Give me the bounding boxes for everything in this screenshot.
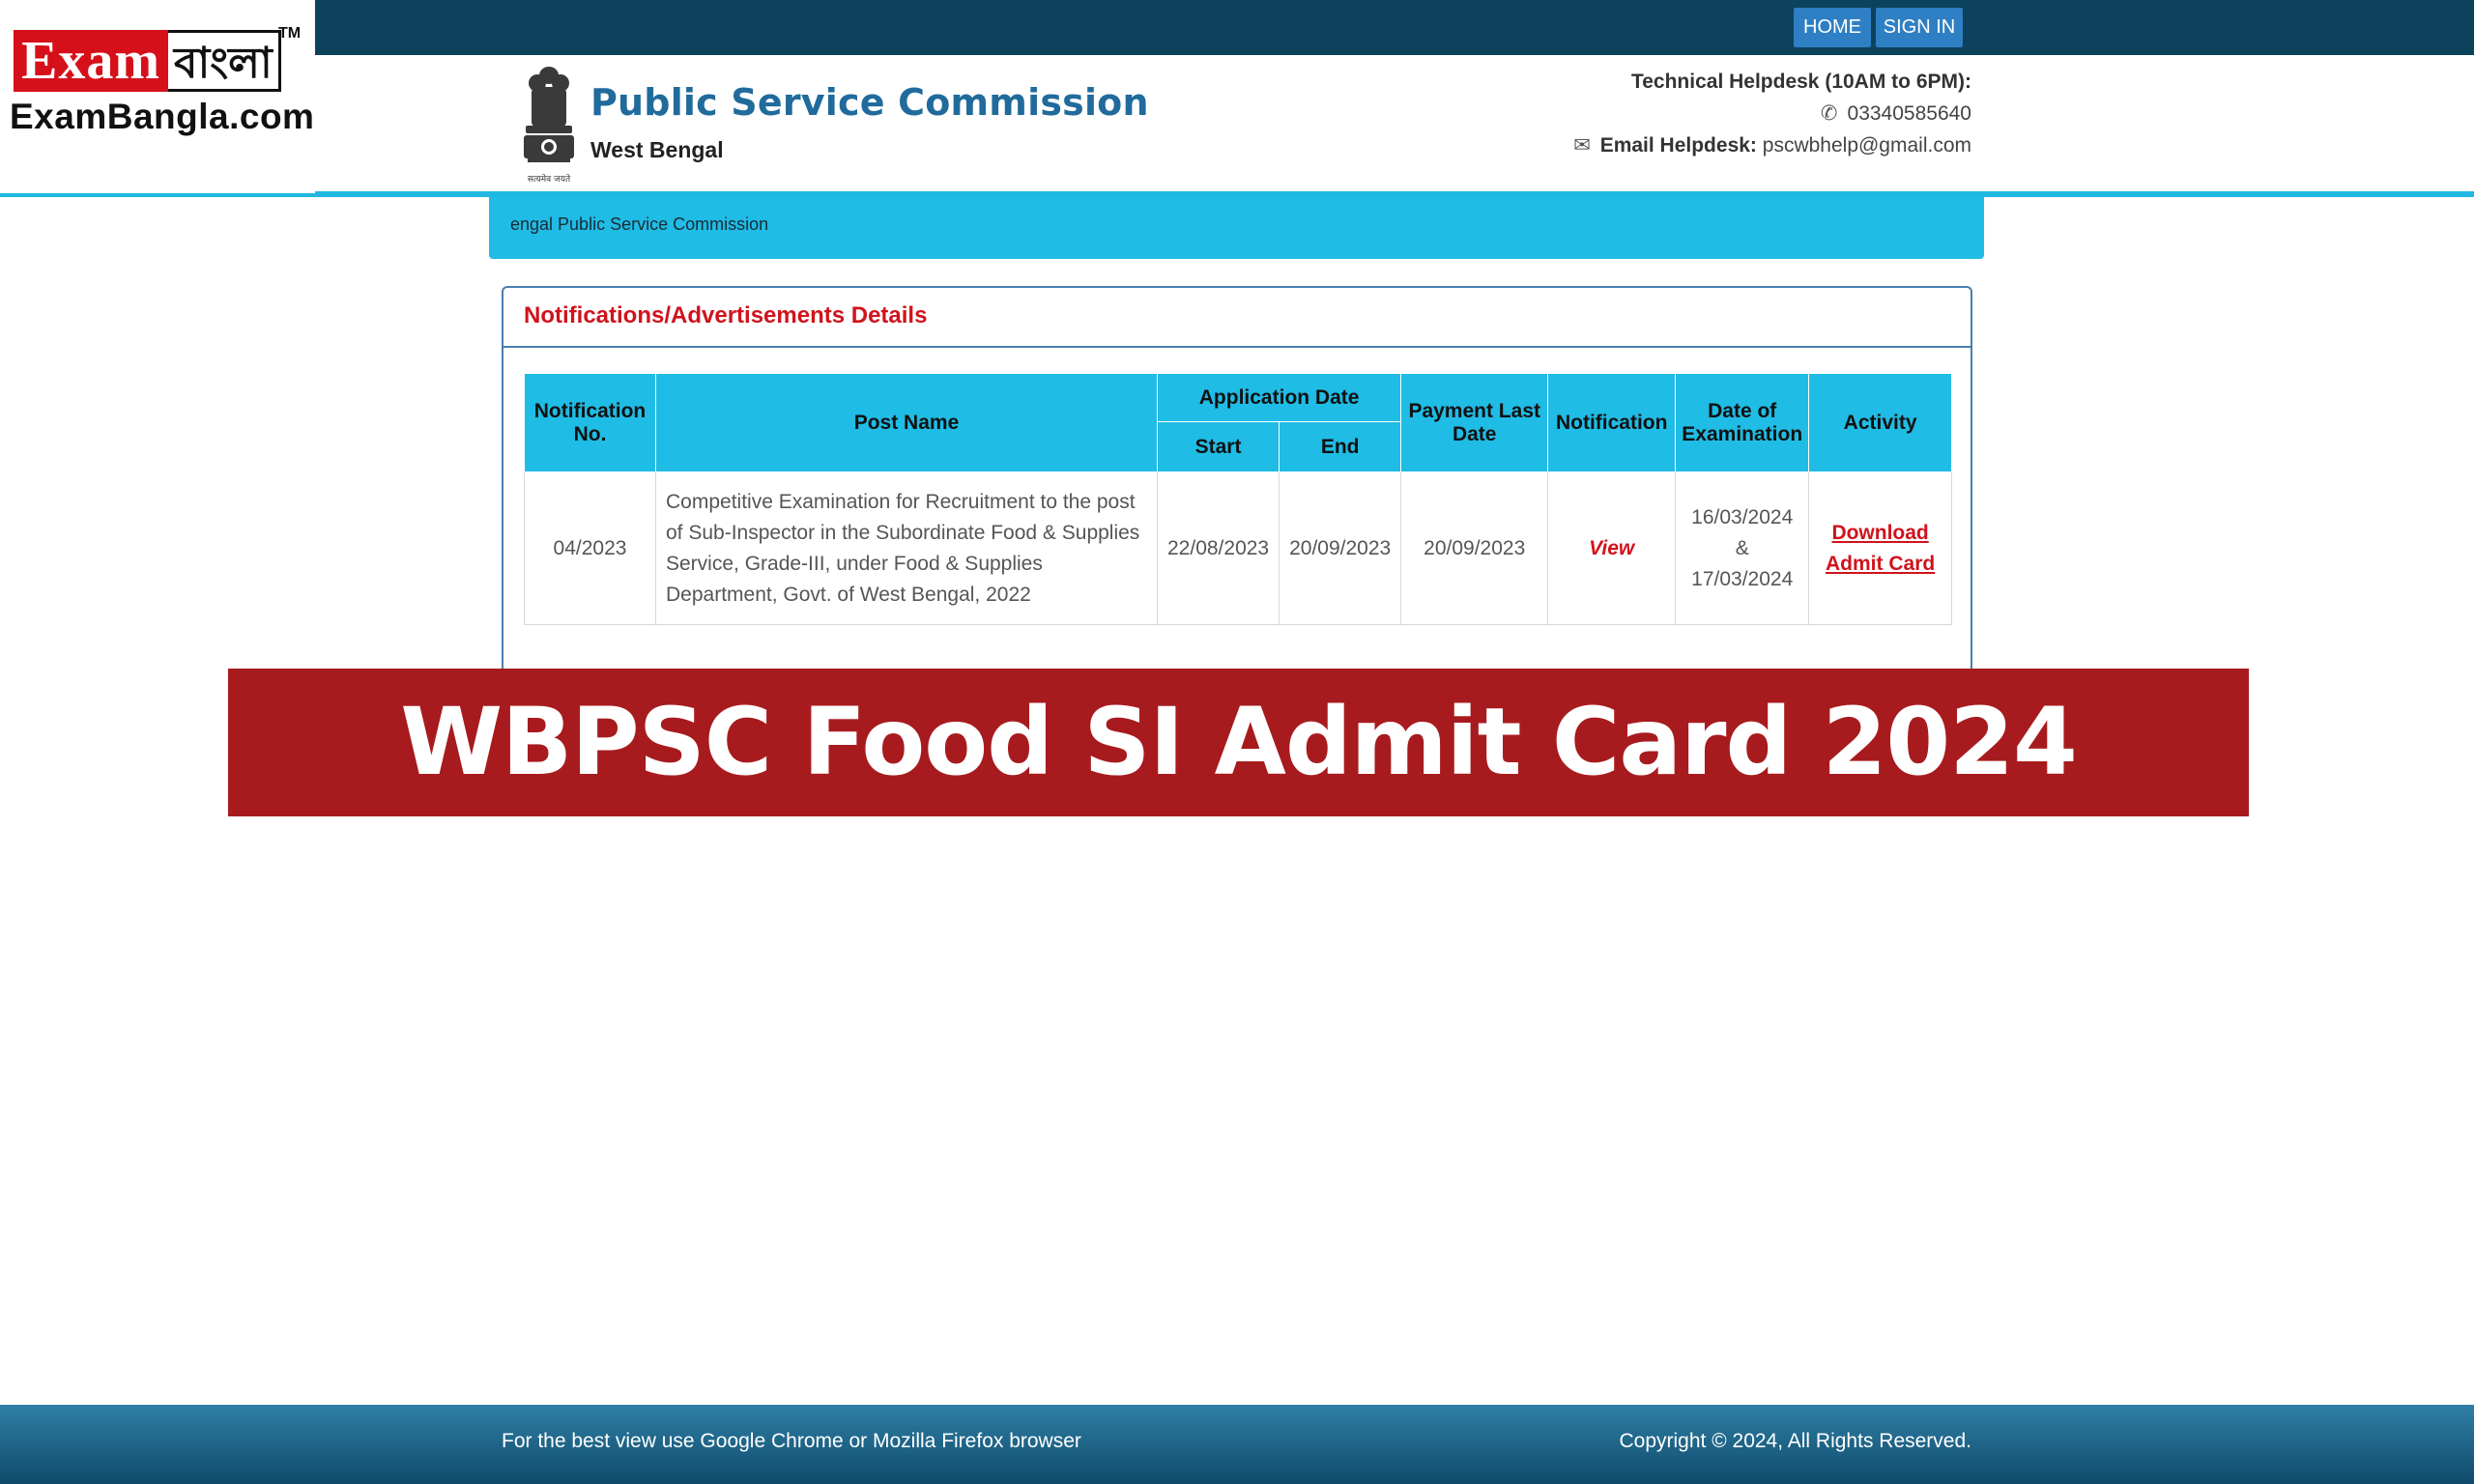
th-start: Start [1156,421,1280,472]
notifications-panel: Notifications/Advertisements Details Not… [502,286,1972,676]
cell-end: 20/09/2023 [1279,471,1402,625]
cell-notification: View [1547,471,1677,625]
org-title: Public Service Commission [590,81,1149,124]
phone-icon: ✆ [1820,102,1838,125]
org-subtitle: West Bengal [590,137,724,162]
footer-browser-note: For the best view use Google Chrome or M… [502,1430,1081,1452]
exambangla-watermark: Exam বাংলা TM ExamBangla.com [0,0,315,193]
emblem-motto: सत्यमेव जयते [528,173,571,185]
th-notification-no: Notification No. [524,373,656,472]
national-emblem-icon: सत्यमेव जयते [524,67,574,185]
cell-post-name: Competitive Examination for Recruitment … [655,471,1158,625]
notifications-table: Notification No. Post Name Application D… [524,373,1952,625]
phone-line: ✆ 03340585640 [1573,98,1971,129]
cell-payment-last-date: 20/09/2023 [1400,471,1549,625]
title-banner: WBPSC Food SI Admit Card 2024 Download [228,669,2249,944]
home-button[interactable]: HOME [1794,8,1871,47]
sign-in-button[interactable]: SIGN IN [1876,8,1963,47]
site-footer: For the best view use Google Chrome or M… [0,1405,2474,1484]
download-admit-card-link[interactable]: Download Admit Card [1819,518,1942,580]
th-date-of-exam: Date of Examination [1675,373,1810,472]
email-label: Email Helpdesk: [1599,134,1757,157]
th-application-date: Application Date [1156,373,1402,422]
logo-site-name: ExamBangla.com [10,97,315,136]
envelope-icon: ✉ [1573,134,1591,157]
footer-copyright: Copyright © 2024, All Rights Reserved. [1619,1430,1972,1452]
top-bar: HOME SIGN IN [0,0,2474,55]
th-end: End [1279,421,1402,472]
helpdesk-info: Technical Helpdesk (10AM to 6PM): ✆ 03340… [1573,66,1971,161]
view-notification-link[interactable]: View [1589,537,1634,559]
th-notification: Notification [1547,373,1677,472]
th-post-name: Post Name [655,373,1158,472]
tech-helpdesk-label: Technical Helpdesk (10AM to 6PM): [1630,71,1971,93]
exambangla-logo: Exam বাংলা [14,29,290,93]
cell-activity: Download Admit Card [1808,471,1952,625]
table-row: 04/2023 Competitive Examination for Recr… [524,471,1952,625]
site-header [0,55,2474,194]
cell-date-of-exam: 16/03/2024 & 17/03/2024 [1675,471,1810,625]
phone-number: 03340585640 [1847,102,1971,125]
th-activity: Activity [1808,373,1952,472]
breadcrumb: engal Public Service Commission [489,197,1984,259]
cell-start: 22/08/2023 [1156,471,1280,625]
email-line: ✉ Email Helpdesk: pscwbhelp@gmail.com [1573,129,1971,161]
cell-notification-no: 04/2023 [524,471,656,625]
email-address[interactable]: pscwbhelp@gmail.com [1763,134,1971,157]
th-payment-last-date: Payment Last Date [1400,373,1549,472]
logo-exam-text: Exam [14,30,168,92]
panel-title: Notifications/Advertisements Details [503,288,1971,348]
logo-bangla-text: বাংলা [168,30,281,92]
logo-trademark: TM [278,25,302,42]
